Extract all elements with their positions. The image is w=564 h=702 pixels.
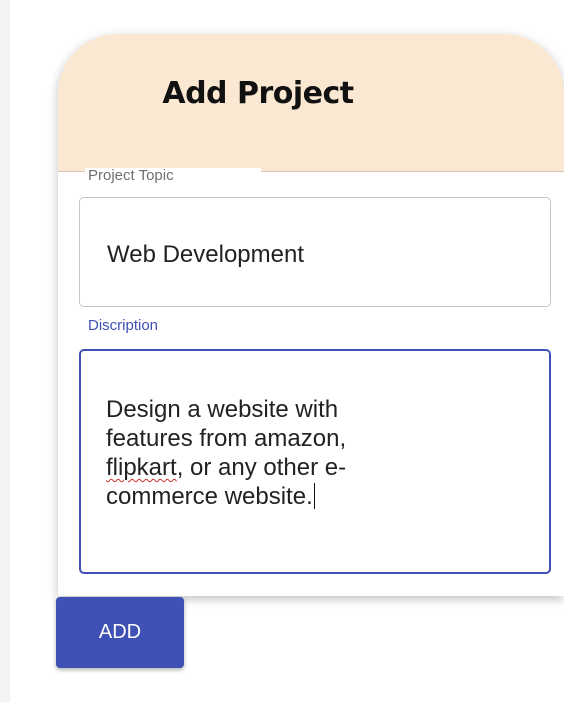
description-line-4: commerce website. bbox=[106, 483, 313, 510]
description-label: Discription bbox=[85, 318, 237, 334]
project-topic-input[interactable]: Web Development bbox=[79, 197, 551, 307]
project-topic-label: Project Topic bbox=[85, 168, 261, 184]
add-project-dialog: Add Project Web Development Project Topi… bbox=[58, 34, 564, 596]
description-textarea[interactable]: Design a website with features from amazo… bbox=[79, 349, 551, 574]
description-line-1: Design a website with bbox=[106, 396, 339, 423]
page: Add Project Web Development Project Topi… bbox=[0, 0, 564, 702]
spellcheck-flagged-word: flipkart bbox=[106, 454, 177, 481]
description-line-2: features from amazon, bbox=[106, 425, 347, 452]
project-topic-value: Web Development bbox=[107, 241, 304, 268]
description-value: Design a website with features from amazo… bbox=[106, 395, 486, 511]
dialog-title: Add Project bbox=[162, 76, 354, 111]
dialog-header: Add Project bbox=[58, 34, 564, 172]
description-line-3: , or any other e- bbox=[176, 454, 347, 481]
text-caret bbox=[313, 483, 316, 509]
add-button[interactable]: ADD bbox=[56, 597, 184, 668]
